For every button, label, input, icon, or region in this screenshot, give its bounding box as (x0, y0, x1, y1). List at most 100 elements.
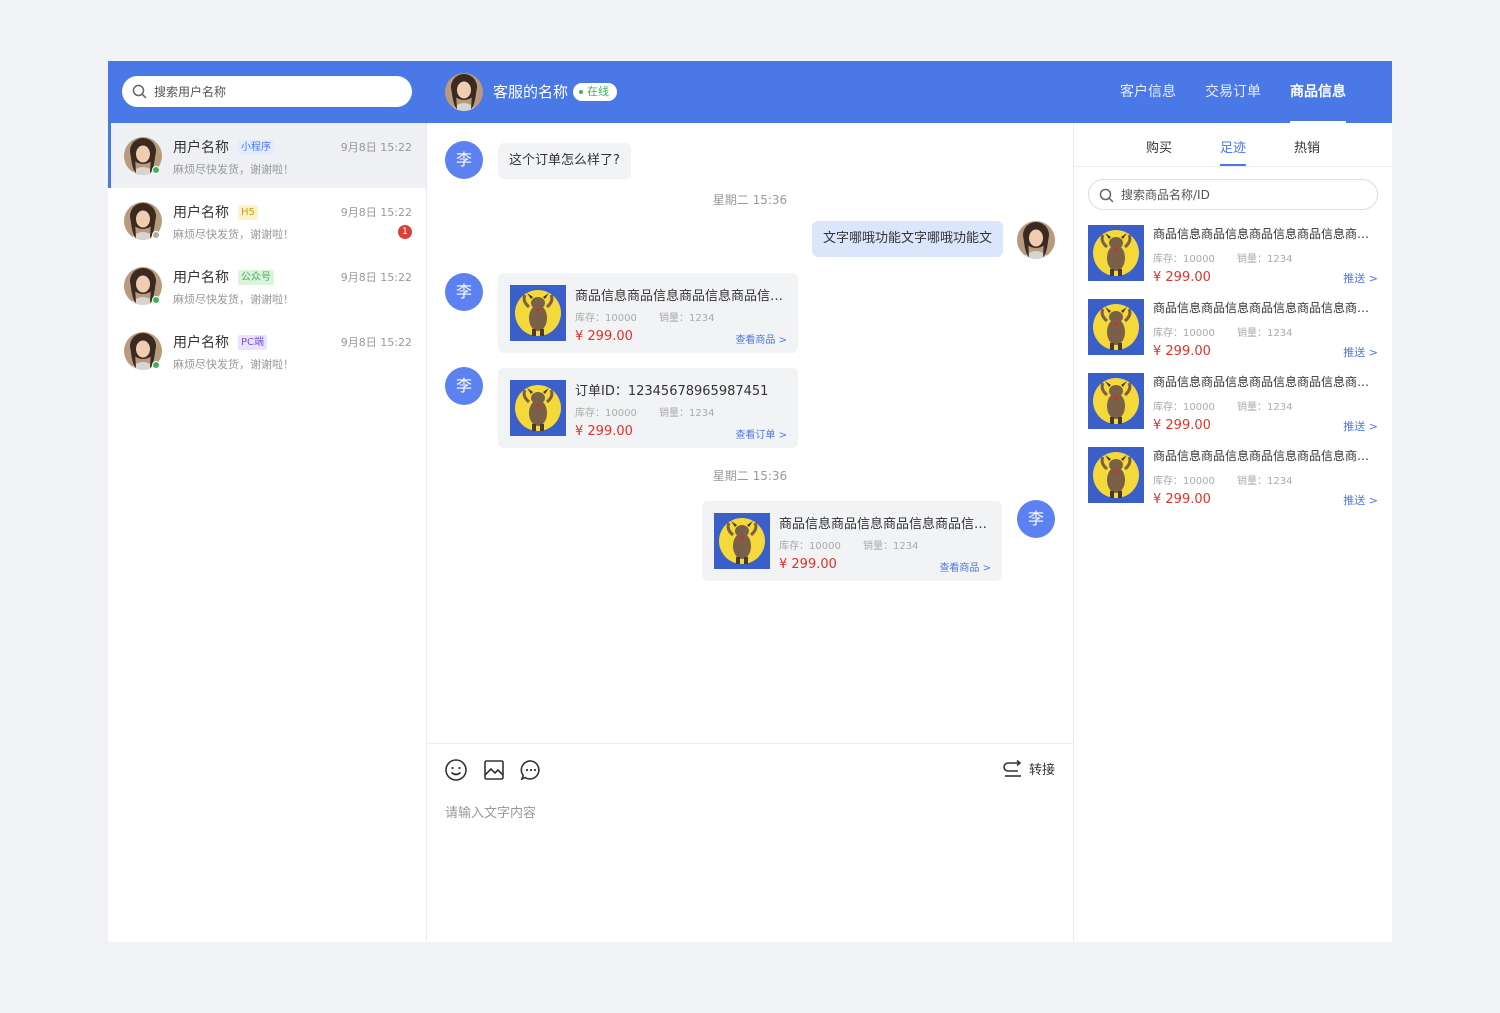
product-list-item: 商品信息商品信息商品信息商品信息商品信息 库存：10000 销量：1234 ¥ … (1088, 447, 1378, 507)
order-card-message: 订单ID：12345678965987451 库存：10000 销量：1234 … (498, 368, 798, 448)
user-avatar: 李 (445, 367, 483, 405)
image-button[interactable] (482, 758, 506, 782)
user-avatar: 李 (445, 141, 483, 179)
product-stock: 库存：10000 (779, 541, 841, 552)
product-card-message: 商品信息商品信息商品信息商品信息商品信息 库存：10000 销量：1234 ¥ … (498, 273, 798, 353)
product-search-input[interactable] (1121, 180, 1371, 209)
search-icon (132, 84, 147, 99)
transfer-button[interactable]: 转接 (1003, 759, 1055, 778)
view-order-link[interactable]: 查看订单 > (735, 426, 787, 441)
product-title: 商品信息商品信息商品信息商品信息商品信息 (575, 289, 789, 304)
product-sales: 销量：1234 (1237, 328, 1293, 339)
emoji-button[interactable] (444, 758, 468, 782)
agent-name: 客服的名称 (493, 83, 569, 101)
product-stock: 库存：10000 (575, 408, 637, 419)
channel-tag: 公众号 (238, 270, 274, 285)
image-icon (484, 760, 504, 780)
product-thumbnail (1088, 447, 1144, 503)
product-sales: 销量：1234 (863, 541, 919, 552)
conversation-time: 9月8日 15:22 (340, 271, 412, 284)
chat-bubble-icon (520, 760, 540, 781)
user-search-box[interactable] (122, 76, 412, 107)
product-title: 商品信息商品信息商品信息商品信息商品信息 (779, 517, 993, 532)
product-price: ¥ 299.00 (575, 424, 633, 439)
channel-tag: PC端 (238, 335, 268, 350)
smiley-icon (445, 759, 467, 781)
product-thumbnail (1088, 225, 1144, 281)
conversation-time: 9月8日 15:22 (340, 206, 412, 219)
quick-reply-button[interactable] (519, 758, 543, 782)
push-product-button[interactable]: 推送 > (1343, 418, 1378, 434)
conversation-user-name: 用户名称 (173, 205, 229, 221)
product-thumbnail (1088, 373, 1144, 429)
product-price: ¥ 299.00 (1153, 270, 1211, 285)
push-product-button[interactable]: 推送 > (1343, 492, 1378, 508)
user-search-input[interactable] (154, 76, 404, 107)
customer-service-app: 客服的名称 在线 客户信息 交易订单 商品信息 用户名称 小程序 麻烦尽快发货，… (108, 61, 1392, 942)
time-separator: 星期二 15:36 (712, 193, 788, 207)
conversation-item[interactable]: 用户名称 PC端 麻烦尽快发货，谢谢啦！ 9月8日 15:22 (108, 318, 426, 383)
product-price: ¥ 299.00 (1153, 344, 1211, 359)
conversation-item[interactable]: 用户名称 小程序 麻烦尽快发货，谢谢啦！ 9月8日 15:22 (108, 123, 426, 188)
online-dot (152, 361, 160, 369)
offline-dot (152, 231, 160, 239)
top-bar: 客服的名称 在线 客户信息 交易订单 商品信息 (108, 61, 1392, 123)
product-panel-tabs: 购买 足迹 热销 (1074, 123, 1392, 167)
product-sales: 销量：1234 (1237, 402, 1293, 413)
product-card-message: 商品信息商品信息商品信息商品信息商品信息 库存：10000 销量：1234 ¥ … (702, 501, 1002, 581)
product-panel: 购买 足迹 热销 商品信息商品信息商品信息商品信息商品信息 库存：10000 销… (1073, 123, 1392, 942)
conversation-item[interactable]: 用户名称 公众号 麻烦尽快发货，谢谢啦！ 9月8日 15:22 (108, 253, 426, 318)
product-sales: 销量：1234 (659, 313, 715, 324)
incoming-message: 这个订单怎么样了? (498, 143, 631, 179)
product-price: ¥ 299.00 (1153, 418, 1211, 433)
time-separator: 星期二 15:36 (712, 469, 788, 483)
product-title: 商品信息商品信息商品信息商品信息商品信息 (1153, 227, 1378, 241)
chat-area: 李 这个订单怎么样了? 星期二 15:36 文字哪哦功能文字哪哦功能文 李 商品… (427, 123, 1073, 743)
view-product-link[interactable]: 查看商品 > (735, 331, 787, 346)
agent-avatar (445, 73, 483, 111)
push-product-button[interactable]: 推送 > (1343, 344, 1378, 360)
message-preview: 麻烦尽快发货，谢谢啦！ (173, 358, 294, 371)
product-price: ¥ 299.00 (575, 329, 633, 344)
online-dot (152, 296, 160, 304)
search-icon (1099, 188, 1114, 203)
transfer-label: 转接 (1028, 763, 1055, 778)
message-input[interactable] (445, 802, 1045, 922)
tab-customer-info[interactable]: 客户信息 (1120, 61, 1176, 123)
product-thumbnail (510, 380, 566, 436)
tab-orders[interactable]: 交易订单 (1205, 61, 1261, 123)
product-list-item: 商品信息商品信息商品信息商品信息商品信息 库存：10000 销量：1234 ¥ … (1088, 225, 1378, 285)
product-thumbnail (1088, 299, 1144, 355)
unread-badge: 1 (398, 225, 412, 239)
online-status-badge: 在线 (573, 83, 617, 101)
product-title: 商品信息商品信息商品信息商品信息商品信息 (1153, 375, 1378, 389)
top-tabs: 客户信息 交易订单 商品信息 (1091, 61, 1346, 123)
online-dot (152, 166, 160, 174)
transfer-icon (1003, 759, 1022, 777)
outgoing-message: 文字哪哦功能文字哪哦功能文 (811, 221, 1003, 257)
product-search-box[interactable] (1088, 179, 1378, 210)
conversation-time: 9月8日 15:22 (340, 336, 412, 349)
conversation-list: 用户名称 小程序 麻烦尽快发货，谢谢啦！ 9月8日 15:22 用户名称 H5 … (108, 123, 427, 942)
conversation-time: 9月8日 15:22 (340, 141, 412, 154)
tab-footprint[interactable]: 足迹 (1220, 137, 1247, 166)
message-preview: 麻烦尽快发货，谢谢啦！ (173, 293, 294, 306)
product-stock: 库存：10000 (1153, 328, 1215, 339)
tab-purchased[interactable]: 购买 (1146, 137, 1172, 156)
product-thumbnail (714, 513, 770, 569)
push-product-button[interactable]: 推送 > (1343, 270, 1378, 286)
view-product-link[interactable]: 查看商品 > (939, 559, 991, 574)
product-sales: 销量：1234 (1237, 254, 1293, 265)
product-stock: 库存：10000 (1153, 402, 1215, 413)
conversation-item[interactable]: 用户名称 H5 麻烦尽快发货，谢谢啦！ 9月8日 15:22 1 (108, 188, 426, 253)
product-price: ¥ 299.00 (779, 557, 837, 572)
tab-product-info[interactable]: 商品信息 (1290, 61, 1346, 123)
message-preview: 麻烦尽快发货，谢谢啦！ (173, 228, 294, 241)
agent-avatar (1017, 221, 1055, 259)
tab-hot-sale[interactable]: 热销 (1294, 137, 1320, 156)
product-stock: 库存：10000 (1153, 476, 1215, 487)
product-thumbnail (510, 285, 566, 341)
product-sales: 销量：1234 (1237, 476, 1293, 487)
product-stock: 库存：10000 (575, 313, 637, 324)
message-composer: 转接 (427, 743, 1073, 942)
